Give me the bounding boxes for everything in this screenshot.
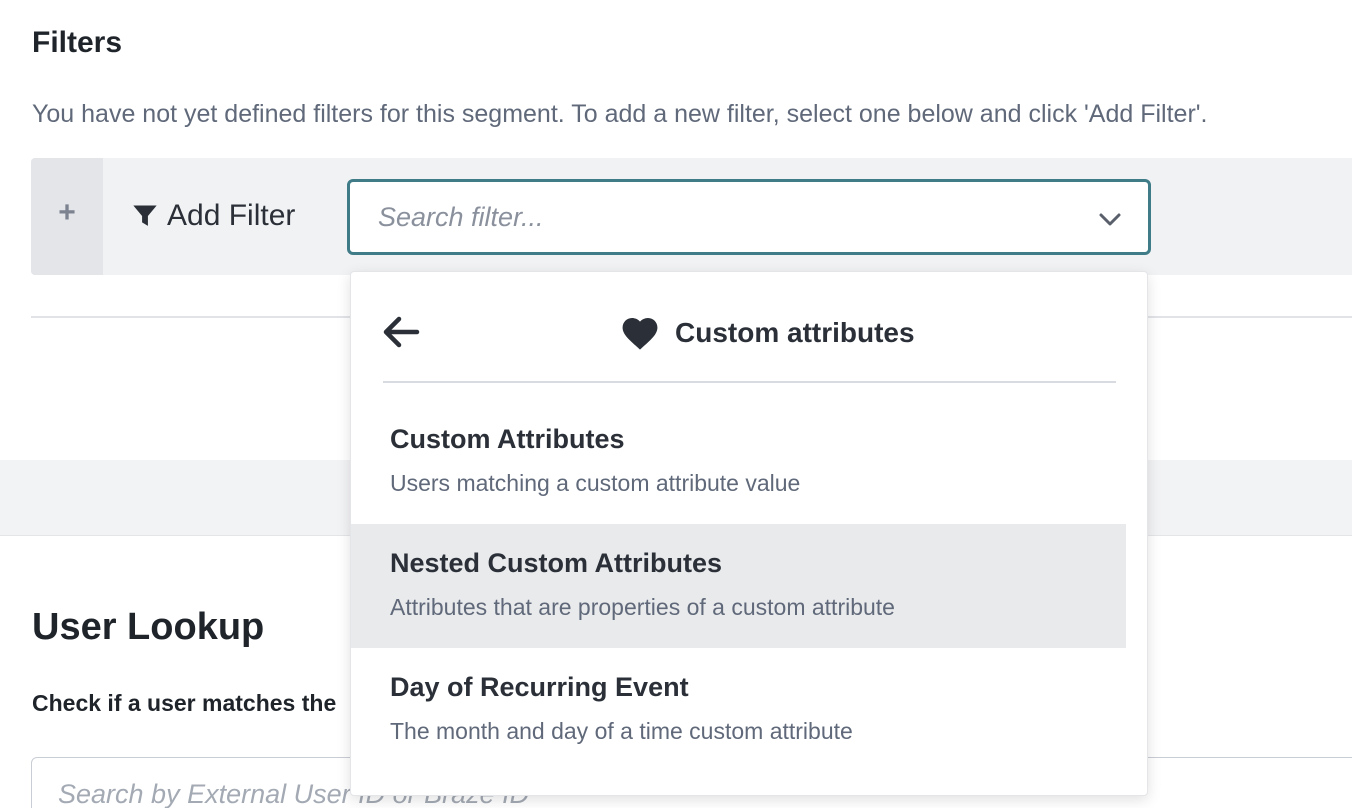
filters-description: You have not yet defined filters for thi… xyxy=(32,100,1208,128)
filter-dropdown-panel: Custom attributes Custom Attributes User… xyxy=(350,271,1148,796)
option-title: Nested Custom Attributes xyxy=(390,548,723,578)
add-filter-label: Add Filter xyxy=(131,196,295,236)
funnel-icon xyxy=(133,205,157,226)
user-lookup-description: Check if a user matches the xyxy=(32,690,337,716)
chevron-down-icon[interactable] xyxy=(1098,207,1122,231)
plus-icon: + xyxy=(58,195,76,229)
dropdown-option-nested-custom-attributes[interactable]: Nested Custom Attributes Attributes that… xyxy=(351,524,1126,648)
arrow-left-icon[interactable] xyxy=(381,314,421,350)
filter-search-input[interactable] xyxy=(378,196,1078,238)
option-title: Custom Attributes xyxy=(390,424,625,454)
filters-title: Filters xyxy=(32,26,123,59)
add-filter-text: Add Filter xyxy=(167,199,296,232)
heart-icon xyxy=(622,317,658,350)
add-filter-plus-button[interactable]: + xyxy=(31,158,103,275)
option-description: The month and day of a time custom attri… xyxy=(390,718,853,744)
dropdown-header-divider xyxy=(383,381,1116,383)
segment-editor-page: Filters You have not yet defined filters… xyxy=(0,0,1352,808)
dropdown-option-day-of-recurring-event[interactable]: Day of Recurring Event The month and day… xyxy=(351,648,1126,772)
option-description: Attributes that are properties of a cust… xyxy=(390,594,895,620)
dropdown-category-header: Custom attributes xyxy=(621,308,915,358)
option-description: Users matching a custom attribute value xyxy=(390,470,801,496)
option-title: Day of Recurring Event xyxy=(390,672,689,702)
user-lookup-title: User Lookup xyxy=(32,606,265,648)
dropdown-option-custom-attributes[interactable]: Custom Attributes Users matching a custo… xyxy=(351,400,1126,524)
dropdown-category-title: Custom attributes xyxy=(675,317,915,348)
filter-search-select[interactable] xyxy=(347,179,1151,255)
